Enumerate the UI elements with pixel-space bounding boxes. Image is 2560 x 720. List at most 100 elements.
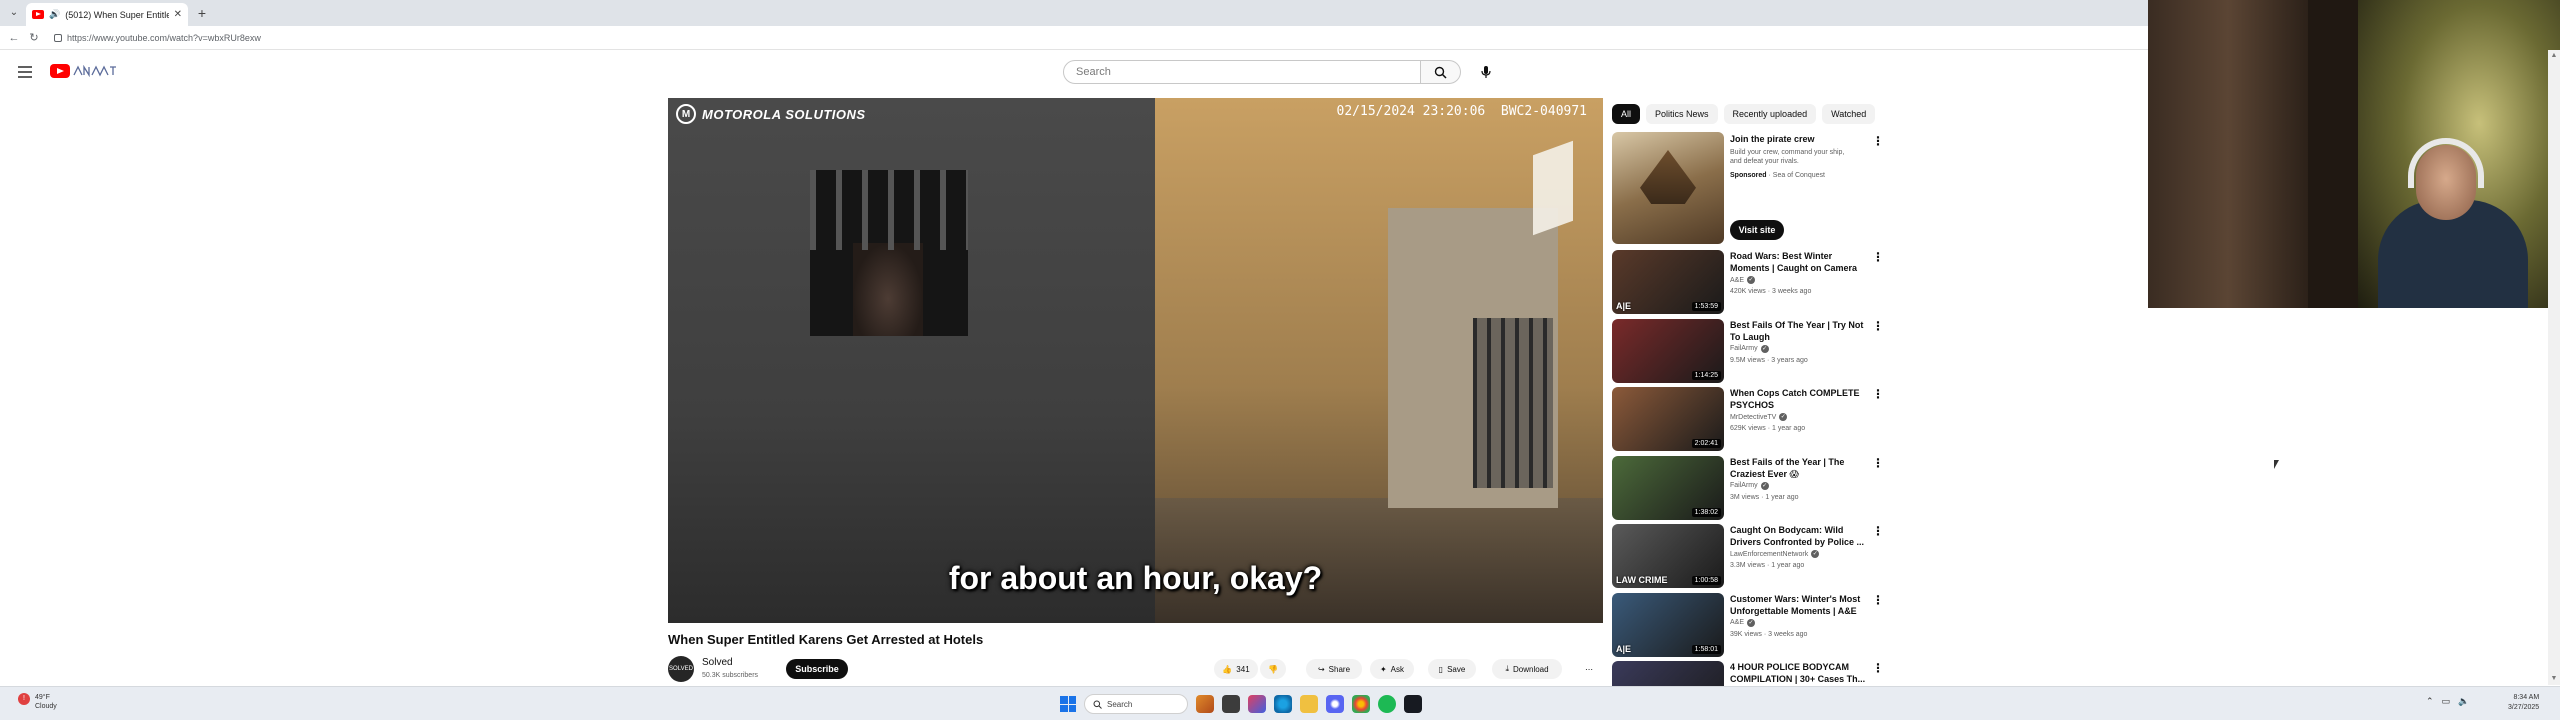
bodycam-stamp: 02/15/2024 23:20:06 BWC2-040971 <box>1337 104 1587 119</box>
tray-network-icon[interactable]: ▭ <box>2442 696 2451 707</box>
like-button[interactable]: 👍 341 <box>1214 659 1258 679</box>
visit-site-button[interactable]: Visit site <box>1730 220 1784 240</box>
recommendation-title[interactable]: Road Wars: Best Winter Moments | Caught … <box>1730 250 1866 274</box>
more-vertical-icon[interactable]: ⋮ <box>1872 661 1884 675</box>
taskbar-clock[interactable]: 8:34 AM 3/27/2025 <box>2508 693 2539 713</box>
steam-icon[interactable] <box>1404 695 1422 713</box>
page-scrollbar[interactable]: ▲ ▼ <box>2548 50 2560 685</box>
view-count: 3M views <box>1730 493 1760 501</box>
recommendation-item[interactable]: A|E 1:58:01 Customer Wars: Winter's Most U… <box>1612 592 1884 657</box>
spotify-icon[interactable] <box>1378 695 1396 713</box>
chip-politics-news[interactable]: Politics News <box>1646 104 1718 124</box>
color-app-icon[interactable] <box>1248 695 1266 713</box>
start-button-icon[interactable] <box>1060 696 1076 712</box>
mouse-cursor-icon <box>2274 460 2279 469</box>
speaker-icon[interactable]: 🔊 <box>49 9 60 20</box>
recommendation-title[interactable]: When Cops Catch COMPLETE PSYCHOS <box>1730 387 1866 411</box>
more-actions-button[interactable]: ⋯ <box>1576 659 1602 679</box>
scroll-down-arrow-icon[interactable]: ▼ <box>2550 675 2558 683</box>
chip-recently-uploaded[interactable]: Recently uploaded <box>1723 104 1817 124</box>
recommendation-title[interactable]: 4 HOUR POLICE BODYCAM COMPILATION | 30+ … <box>1730 661 1866 685</box>
verified-check-icon: ✓ <box>1760 344 1769 353</box>
save-button[interactable]: ▯ Save <box>1428 659 1476 679</box>
menu-icon[interactable] <box>18 66 32 78</box>
recommendation-channel[interactable]: MrDetectiveTV ✓ <box>1730 413 1788 421</box>
more-vertical-icon[interactable]: ⋮ <box>1872 524 1884 538</box>
download-button[interactable]: ⤓ Download <box>1492 659 1562 679</box>
ad-thumbnail[interactable] <box>1612 132 1724 244</box>
sparkle-icon: ✦ <box>1379 664 1387 674</box>
taskbar-search[interactable]: Search <box>1084 694 1188 714</box>
more-vertical-icon[interactable]: ⋮ <box>1872 319 1884 333</box>
edge-browser-icon[interactable] <box>1274 695 1292 713</box>
recommendation-meta: 39K views · 3 weeks ago <box>1730 630 1808 638</box>
search-button[interactable] <box>1421 60 1461 84</box>
recommendation-item[interactable]: 2:02:41 When Cops Catch COMPLETE PSYCHOS M… <box>1612 387 1884 451</box>
recommendation-item[interactable]: A|E 1:53:59 Road Wars: Best Winter Moments… <box>1612 250 1884 314</box>
channel-avatar[interactable]: SOLVED <box>668 656 694 682</box>
video-hall-door <box>1473 318 1553 488</box>
video-title: When Super Entitled Karens Get Arrested … <box>668 632 984 647</box>
recommendation-thumbnail[interactable]: LAW CRIME 1:00:58 <box>1612 524 1724 588</box>
browser-tab-active[interactable]: 🔊 (5012) When Super Entitled K ✕ <box>26 3 188 26</box>
chrome-browser-icon[interactable] <box>1352 695 1370 713</box>
address-bar[interactable]: https://www.youtube.com/watch?v=wbxRUr8e… <box>48 29 2128 47</box>
tab-search-button[interactable]: ⌄ <box>6 5 22 21</box>
recommendation-item[interactable]: LAW CRIME 1:00:58 Caught On Bodycam: Wild … <box>1612 524 1884 588</box>
view-count: 629K views <box>1730 425 1766 432</box>
recommendation-thumbnail[interactable]: A|E 1:53:59 <box>1612 250 1724 314</box>
channel-name: FailArmy <box>1730 482 1758 489</box>
recommendation-item[interactable]: 1:38:02 Best Fails of the Year | The Craz… <box>1612 455 1884 520</box>
recommendation-channel[interactable]: FailArmy ✓ <box>1730 344 1769 353</box>
recommendation-thumbnail[interactable]: A|E 1:58:01 <box>1612 592 1724 657</box>
recommendation-item[interactable]: 1:14:25 Best Fails Of The Year | Try Not … <box>1612 318 1884 383</box>
weather-widget[interactable]: ! 49°F Cloudy <box>18 693 57 711</box>
more-vertical-icon[interactable]: ⋮ <box>1872 593 1884 607</box>
more-vertical-icon[interactable]: ⋮ <box>1872 250 1884 264</box>
sponsored-ad[interactable]: Join the pirate crew Build your crew, co… <box>1612 132 1884 244</box>
youtube-wordmark-logo[interactable] <box>72 65 118 77</box>
recommendation-title[interactable]: Best Fails of the Year | The Craziest Ev… <box>1730 456 1866 480</box>
chip-all[interactable]: All <box>1612 104 1641 124</box>
tray-volume-icon[interactable]: 🔈 <box>2458 696 2469 707</box>
recommendation-thumbnail[interactable]: 1:38:02 <box>1612 455 1724 520</box>
channel-name: A&E <box>1730 619 1745 626</box>
recommendation-thumbnail[interactable]: 2:02:41 <box>1612 387 1724 451</box>
recommendation-channel[interactable]: A&E ✓ <box>1730 618 1756 627</box>
ask-button[interactable]: ✦ Ask <box>1370 659 1414 679</box>
dislike-button[interactable]: 👎 <box>1260 659 1286 679</box>
recommendation-title[interactable]: Caught On Bodycam: Wild Drivers Confront… <box>1730 524 1866 548</box>
more-vertical-icon[interactable]: ⋮ <box>1872 134 1884 148</box>
recommendation-title[interactable]: Customer Wars: Winter's Most Unforgettab… <box>1730 593 1866 617</box>
tray-overflow-icon[interactable]: ⌃ <box>2426 696 2434 707</box>
lock-icon <box>54 34 62 42</box>
more-vertical-icon[interactable]: ⋮ <box>1872 387 1884 401</box>
recommendation-title[interactable]: Best Fails Of The Year | Try Not To Laug… <box>1730 319 1866 343</box>
reload-icon[interactable]: ↻ <box>26 30 42 46</box>
back-arrow-icon[interactable]: ← <box>6 30 22 46</box>
recommendation-channel[interactable]: FailArmy ✓ <box>1730 481 1769 490</box>
chip-watched[interactable]: Watched <box>1822 104 1876 124</box>
youtube-logo-icon[interactable] <box>50 64 70 78</box>
recommendation-channel[interactable]: A&E ✓ <box>1730 276 1756 284</box>
more-vertical-icon[interactable]: ⋮ <box>1872 456 1884 470</box>
scroll-up-arrow-icon[interactable]: ▲ <box>2550 52 2558 60</box>
recommendation-channel[interactable]: LawEnforcementNetwork ✓ <box>1730 550 1820 558</box>
video-person <box>853 243 923 336</box>
share-button[interactable]: ↪ Share <box>1306 659 1362 679</box>
video-player[interactable]: M MOTOROLA SOLUTIONS 02/15/2024 23:20:06… <box>668 98 1603 623</box>
file-explorer-icon[interactable] <box>1300 695 1318 713</box>
game-app-icon[interactable] <box>1196 695 1214 713</box>
recommendation-thumbnail[interactable]: 1:14:25 <box>1612 318 1724 383</box>
weather-temp: 49°F <box>35 694 50 701</box>
chat-app-icon[interactable] <box>1326 695 1344 713</box>
voice-search-button[interactable] <box>1474 60 1498 84</box>
search-input[interactable]: Search <box>1063 60 1421 84</box>
new-tab-button[interactable]: + <box>194 5 210 21</box>
tab-close-icon[interactable]: ✕ <box>174 9 182 20</box>
channel-name[interactable]: Solved <box>702 657 733 668</box>
subscribe-button[interactable]: Subscribe <box>786 659 848 679</box>
upload-age: 3 years ago <box>1771 356 1808 364</box>
ad-title[interactable]: Join the pirate crew <box>1730 134 1815 144</box>
task-view-icon[interactable] <box>1222 695 1240 713</box>
